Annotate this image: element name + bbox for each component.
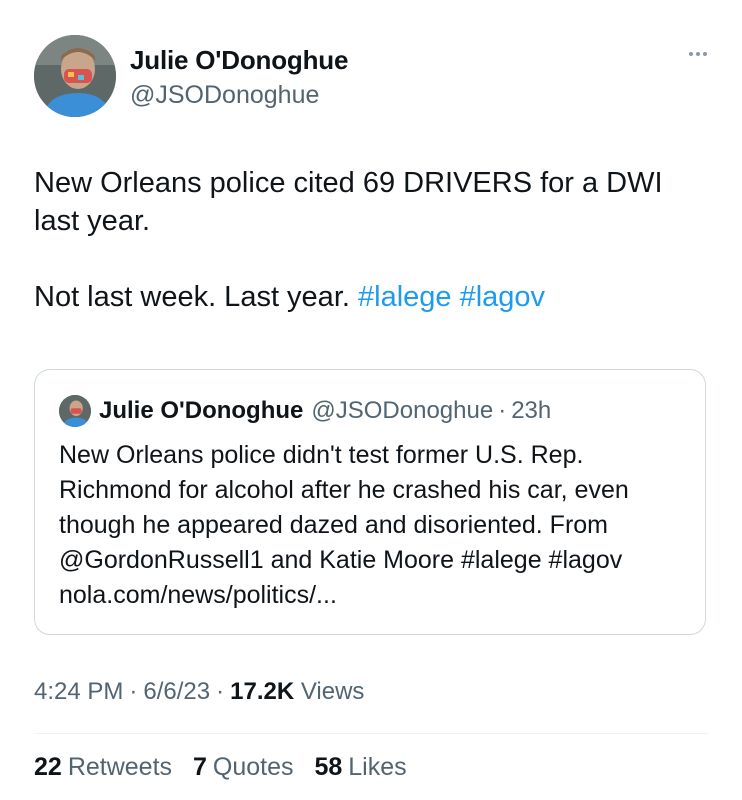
divider <box>34 733 708 734</box>
quotes-stat[interactable]: 7 Quotes <box>193 753 294 781</box>
quotes-label: Quotes <box>212 753 294 781</box>
tweet-line-1: New Orleans police cited 69 DRIVERS for … <box>34 167 663 237</box>
quoted-tweet-header: Julie O'Donoghue @JSODonoghue · 23h <box>59 394 551 428</box>
quoted-tweet-card[interactable]: Julie O'Donoghue @JSODonoghue · 23h New … <box>34 369 706 635</box>
engagement-stats: 22 Retweets 7 Quotes 58 Likes <box>34 753 421 782</box>
tweet-time[interactable]: 4:24 PM <box>34 678 123 705</box>
avatar-photo-icon <box>34 35 116 117</box>
separator-dot: · <box>129 678 138 705</box>
hashtag-link[interactable]: #lagov <box>460 281 545 313</box>
quoted-author-name: Julie O'Donoghue <box>99 397 304 424</box>
tweet-line-2-text: Not last week. Last year. <box>34 281 350 313</box>
quoted-author-handle: @JSODonoghue <box>311 397 494 424</box>
tweet-meta: 4:24 PM · 6/6/23 · 17.2K Views <box>34 678 364 706</box>
quoted-tweet-text: New Orleans police didn't test former U.… <box>59 441 629 609</box>
views-count: 17.2K <box>230 678 295 705</box>
retweets-stat[interactable]: 22 Retweets <box>34 753 172 781</box>
likes-count: 58 <box>314 753 343 781</box>
avatar-photo-icon <box>59 395 91 427</box>
likes-stat[interactable]: 58 Likes <box>314 753 406 781</box>
tweet-header: Julie O'Donoghue @JSODonoghue <box>34 35 714 119</box>
more-horizontal-icon[interactable] <box>682 43 714 65</box>
author-handle[interactable]: @JSODonoghue <box>130 81 319 110</box>
tweet-line-2: Not last week. Last year. #lalege #lagov <box>34 278 714 316</box>
retweets-label: Retweets <box>67 753 173 781</box>
views-label: Views <box>300 678 365 705</box>
hashtag-link[interactable]: #lalege <box>358 281 452 313</box>
separator-dot: · <box>498 397 507 424</box>
quotes-count: 7 <box>192 753 207 781</box>
author-avatar[interactable] <box>34 35 116 117</box>
separator-dot: · <box>216 678 225 705</box>
tweet: Julie O'Donoghue @JSODonoghue New Orlean… <box>0 0 742 800</box>
tweet-text: New Orleans police cited 69 DRIVERS for … <box>34 164 714 316</box>
likes-label: Likes <box>348 753 407 781</box>
quoted-author-avatar <box>59 395 91 427</box>
quoted-tweet-time: 23h <box>511 397 552 424</box>
author-name[interactable]: Julie O'Donoghue <box>130 45 348 76</box>
retweets-count: 22 <box>34 753 62 781</box>
tweet-date[interactable]: 6/6/23 <box>143 678 210 705</box>
